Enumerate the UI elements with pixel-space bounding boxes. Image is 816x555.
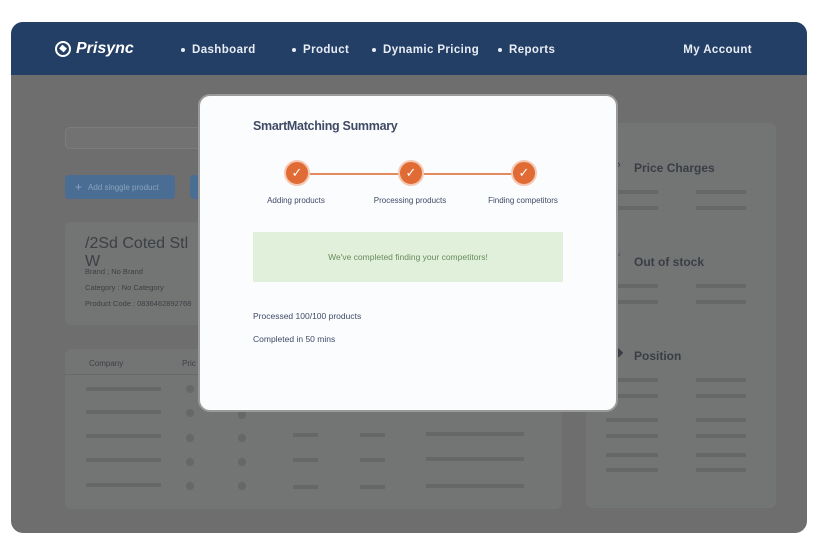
product-title: /2Sd Coted Stl W (85, 235, 189, 270)
th-company: Company (89, 359, 124, 368)
nav-reports[interactable]: Reports (498, 44, 555, 56)
add-button-label: Add singgle product (88, 182, 159, 192)
step-1-label: Adding products (267, 196, 325, 205)
step-3-label: Finding competitors (488, 196, 558, 205)
logo-text: Prisync (76, 40, 134, 57)
app-window: Prisync Dashboard Product Dynamic Pricin… (11, 22, 807, 533)
completed-time: Completed in 50 mins (253, 334, 336, 344)
price-charges-title: Price Charges (634, 161, 715, 175)
add-single-product-button[interactable]: + Add singgle product (65, 175, 175, 199)
nav-dynamic-pricing[interactable]: Dynamic Pricing (372, 44, 479, 56)
top-nav: Prisync Dashboard Product Dynamic Pricin… (11, 22, 807, 75)
step-1-check-icon: ✓ (284, 160, 310, 186)
nav-dashboard[interactable]: Dashboard (181, 44, 256, 56)
logo[interactable]: Prisync (55, 40, 134, 58)
smartmatching-summary-modal: SmartMatching Summary ✓ ✓ ✓ Adding produ… (198, 94, 618, 412)
step-2-check-icon: ✓ (398, 160, 424, 186)
step-3-check-icon: ✓ (511, 160, 537, 186)
product-brand: Brand ; No Brand (85, 267, 143, 276)
plus-icon: + (75, 180, 83, 194)
product-card: /2Sd Coted Stl W Brand ; No Brand Catego… (65, 222, 205, 325)
modal-title: SmartMatching Summary (253, 119, 398, 133)
nav-product[interactable]: Product (292, 44, 349, 56)
step-connector (310, 173, 400, 175)
my-account-link[interactable]: My Account (683, 44, 752, 56)
out-of-stock-title: Out of stock (634, 255, 705, 269)
tag-logo-icon (55, 41, 71, 57)
processed-count: Processed 100/100 products (253, 311, 362, 321)
success-alert: We've completed finding your competitors… (253, 232, 563, 282)
product-code: Product Code : 0836462892768 (85, 299, 192, 308)
th-price: Pric (182, 359, 196, 368)
product-category: Category : No Category (85, 283, 164, 292)
step-connector (424, 173, 514, 175)
step-2-label: Processing products (373, 196, 447, 205)
position-title: Position (634, 349, 682, 363)
